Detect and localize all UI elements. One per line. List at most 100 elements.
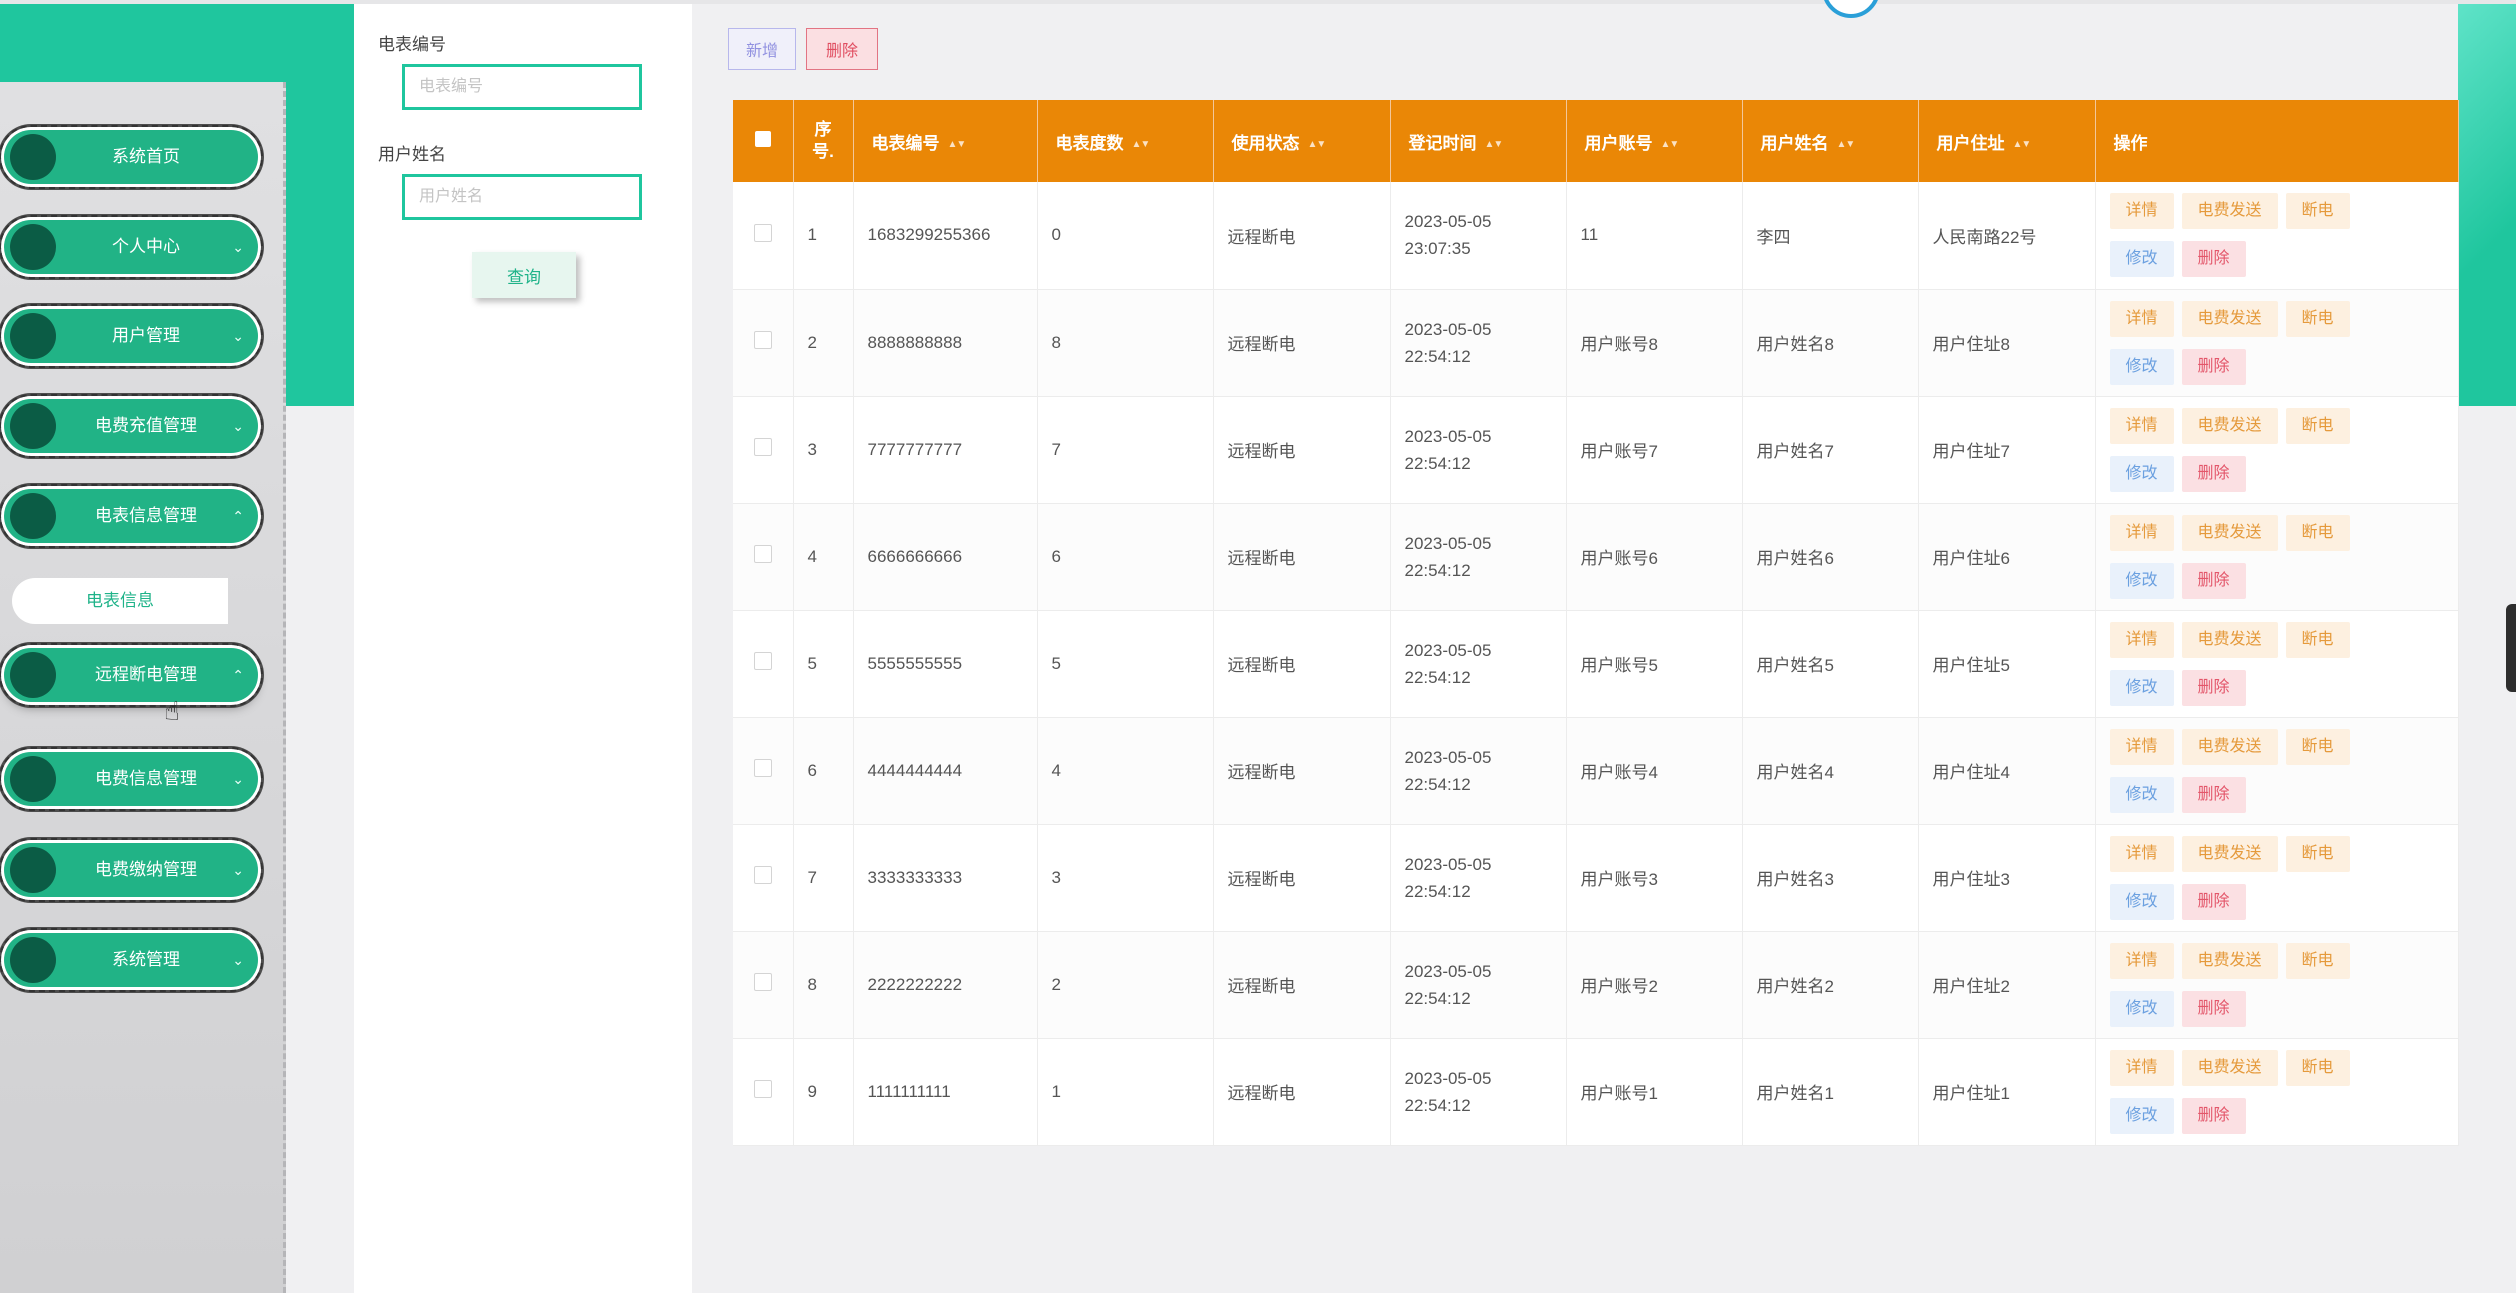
edit-button[interactable]: 修改: [2109, 348, 2174, 385]
send-bill-button[interactable]: 电费发送: [2181, 1049, 2278, 1086]
cell-reading: 6: [1037, 503, 1214, 611]
meter-table: 序号. 电表编号 ▲▼ 电表度数 ▲▼ 使用状态 ▲▼ 登记时间 ▲▼ 用户账号 ▲▼ 用…: [733, 100, 2459, 1146]
row-delete-button[interactable]: 删除: [2181, 455, 2246, 492]
row-delete-button[interactable]: 删除: [2181, 883, 2246, 920]
row-checkbox[interactable]: [733, 717, 794, 825]
cell-meter-no: 1683299255366: [853, 182, 1038, 290]
meter-no-input[interactable]: [402, 64, 642, 110]
detail-button[interactable]: 详情: [2109, 300, 2174, 337]
detail-button[interactable]: 详情: [2109, 835, 2174, 872]
send-bill-button[interactable]: 电费发送: [2181, 407, 2278, 444]
send-bill-button[interactable]: 电费发送: [2181, 514, 2278, 551]
edit-button[interactable]: 修改: [2109, 669, 2174, 706]
power-off-button[interactable]: 断电: [2285, 835, 2350, 872]
table-row: 6 4444444444 4 远程断电 2023-05-05 22:54:12 用户账号4…: [733, 717, 2459, 825]
sidebar-item-1[interactable]: 系统首页: [0, 125, 263, 189]
sidebar-item-5[interactable]: 电表信息管理 ⌃: [0, 484, 263, 548]
select-all-checkbox[interactable]: [733, 100, 794, 182]
power-off-button[interactable]: 断电: [2285, 728, 2350, 765]
user-name-input[interactable]: [402, 174, 642, 220]
cell-address: 用户住址2: [1918, 931, 2096, 1039]
send-bill-button[interactable]: 电费发送: [2181, 835, 2278, 872]
cell-time: 2023-05-05 22:54:12: [1390, 396, 1567, 504]
sidebar-item-2[interactable]: 个人中心 ⌄: [0, 215, 263, 279]
row-delete-button[interactable]: 删除: [2181, 562, 2246, 599]
detail-button[interactable]: 详情: [2109, 193, 2174, 230]
power-off-button[interactable]: 断电: [2285, 193, 2350, 230]
edit-button[interactable]: 修改: [2109, 455, 2174, 492]
edit-button[interactable]: 修改: [2109, 990, 2174, 1027]
search-panel: 电表编号 用户姓名 查询: [354, 4, 692, 1293]
power-off-button[interactable]: 断电: [2285, 514, 2350, 551]
side-drawer-handle[interactable]: [2506, 604, 2516, 692]
row-delete-button[interactable]: 删除: [2181, 1097, 2246, 1134]
add-button[interactable]: 新增: [728, 28, 796, 70]
sidebar-item-8[interactable]: 电费缴纳管理 ⌄: [0, 838, 263, 902]
chevron-icon: ⌄: [232, 328, 244, 344]
cell-time: 2023-05-05 22:54:12: [1390, 610, 1567, 718]
row-delete-button[interactable]: 删除: [2181, 348, 2246, 385]
sidebar-item-7[interactable]: 电费信息管理 ⌄: [0, 747, 263, 811]
send-bill-button[interactable]: 电费发送: [2181, 193, 2278, 230]
cell-account: 用户账号3: [1566, 824, 1743, 932]
edit-button[interactable]: 修改: [2109, 1097, 2174, 1134]
avatar[interactable]: [1822, 0, 1880, 18]
sort-icon[interactable]: ▲▼: [1132, 139, 1151, 150]
detail-button[interactable]: 详情: [2109, 514, 2174, 551]
send-bill-button[interactable]: 电费发送: [2181, 942, 2278, 979]
power-off-button[interactable]: 断电: [2285, 942, 2350, 979]
sidebar-item-4[interactable]: 电费充值管理 ⌄: [0, 394, 263, 458]
row-checkbox[interactable]: [733, 610, 794, 718]
detail-button[interactable]: 详情: [2109, 1049, 2174, 1086]
edit-button[interactable]: 修改: [2109, 776, 2174, 813]
send-bill-button[interactable]: 电费发送: [2181, 300, 2278, 337]
sidebar-subitem-meter-info[interactable]: 电表信息: [12, 578, 228, 624]
delete-button[interactable]: 删除: [806, 28, 878, 70]
sidebar-item-9[interactable]: 系统管理 ⌄: [0, 928, 263, 992]
row-delete-button[interactable]: 删除: [2181, 241, 2246, 278]
send-bill-button[interactable]: 电费发送: [2181, 621, 2278, 658]
edit-button[interactable]: 修改: [2109, 241, 2174, 278]
edit-button[interactable]: 修改: [2109, 883, 2174, 920]
row-checkbox[interactable]: [733, 503, 794, 611]
row-delete-button[interactable]: 删除: [2181, 669, 2246, 706]
col-address[interactable]: 用户住址 ▲▼: [1918, 100, 2096, 182]
row-checkbox[interactable]: [733, 1038, 794, 1146]
power-off-button[interactable]: 断电: [2285, 300, 2350, 337]
detail-button[interactable]: 详情: [2109, 407, 2174, 444]
power-off-button[interactable]: 断电: [2285, 407, 2350, 444]
row-checkbox[interactable]: [733, 931, 794, 1039]
sort-icon[interactable]: ▲▼: [948, 139, 967, 150]
sort-icon[interactable]: ▲▼: [1308, 139, 1327, 150]
col-name[interactable]: 用户姓名 ▲▼: [1742, 100, 1919, 182]
cell-name: 用户姓名5: [1742, 610, 1919, 718]
power-off-button[interactable]: 断电: [2285, 1049, 2350, 1086]
edit-button[interactable]: 修改: [2109, 562, 2174, 599]
col-status[interactable]: 使用状态 ▲▼: [1213, 100, 1391, 182]
col-reading[interactable]: 电表度数 ▲▼: [1037, 100, 1214, 182]
cell-address: 人民南路22号: [1918, 182, 2096, 290]
row-checkbox[interactable]: [733, 824, 794, 932]
detail-button[interactable]: 详情: [2109, 942, 2174, 979]
query-button[interactable]: 查询: [472, 252, 576, 298]
row-checkbox[interactable]: [733, 396, 794, 504]
sort-icon[interactable]: ▲▼: [1661, 139, 1680, 150]
sidebar-item-3[interactable]: 用户管理 ⌄: [0, 304, 263, 368]
send-bill-button[interactable]: 电费发送: [2181, 728, 2278, 765]
col-account[interactable]: 用户账号 ▲▼: [1566, 100, 1743, 182]
cell-address: 用户住址8: [1918, 289, 2096, 397]
sort-icon[interactable]: ▲▼: [1837, 139, 1856, 150]
sidebar-item-label: 电费缴纳管理: [95, 860, 197, 879]
row-delete-button[interactable]: 删除: [2181, 776, 2246, 813]
col-meter-no[interactable]: 电表编号 ▲▼: [853, 100, 1038, 182]
detail-button[interactable]: 详情: [2109, 621, 2174, 658]
row-checkbox[interactable]: [733, 182, 794, 290]
col-time[interactable]: 登记时间 ▲▼: [1390, 100, 1567, 182]
sort-icon[interactable]: ▲▼: [1485, 139, 1504, 150]
power-off-button[interactable]: 断电: [2285, 621, 2350, 658]
sidebar-item-6[interactable]: 远程断电管理 ⌃: [0, 643, 263, 707]
row-checkbox[interactable]: [733, 289, 794, 397]
sort-icon[interactable]: ▲▼: [2013, 139, 2032, 150]
detail-button[interactable]: 详情: [2109, 728, 2174, 765]
row-delete-button[interactable]: 删除: [2181, 990, 2246, 1027]
